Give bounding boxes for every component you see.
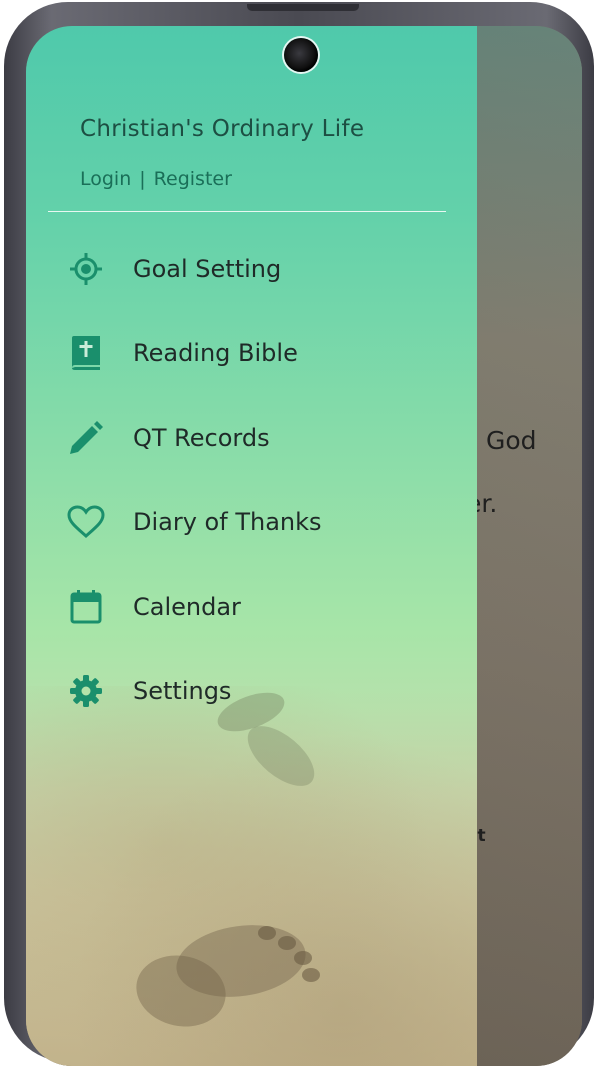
menu-item-label: Settings — [133, 677, 232, 705]
drawer-divider — [48, 211, 446, 212]
footprint-toe — [278, 936, 296, 950]
gear-icon — [66, 671, 106, 711]
menu-item-label: Goal Setting — [133, 255, 282, 283]
bible-icon — [66, 333, 106, 373]
menu-item-diary-of-thanks[interactable]: Diary of Thanks — [66, 492, 436, 552]
register-link[interactable]: Register — [154, 168, 232, 190]
front-camera — [284, 38, 318, 72]
login-link[interactable]: Login — [80, 168, 131, 190]
menu-item-settings[interactable]: Settings — [66, 661, 436, 721]
menu-item-goal-setting[interactable]: Goal Setting — [66, 239, 436, 299]
drawer-title: Christian's Ordinary Life — [80, 116, 365, 142]
target-icon — [66, 249, 106, 289]
menu-item-calendar[interactable]: Calendar — [66, 577, 436, 637]
auth-links: Login | Register — [80, 168, 232, 190]
background-text-line: God — [486, 426, 537, 455]
calendar-icon — [66, 587, 106, 627]
phone-screen: God er. ; at Christian's Ordinary Life L… — [26, 26, 582, 1066]
menu-item-qt-records[interactable]: QT Records — [66, 408, 436, 468]
footprint-toe — [258, 926, 276, 940]
menu-item-reading-bible[interactable]: Reading Bible — [66, 323, 436, 383]
auth-separator: | — [139, 168, 146, 190]
heart-icon — [66, 502, 106, 542]
menu-item-label: QT Records — [133, 424, 270, 452]
menu-item-label: Diary of Thanks — [133, 508, 322, 536]
footprint-toe — [294, 951, 312, 965]
phone-frame: God er. ; at Christian's Ordinary Life L… — [4, 2, 594, 1066]
phone-speaker-slot — [247, 4, 359, 11]
menu-item-label: Calendar — [133, 593, 241, 621]
menu-item-label: Reading Bible — [133, 339, 298, 367]
navigation-drawer: Christian's Ordinary Life Login | Regist… — [26, 26, 477, 1066]
pencil-icon — [66, 418, 106, 458]
footprint-toe — [302, 968, 320, 982]
